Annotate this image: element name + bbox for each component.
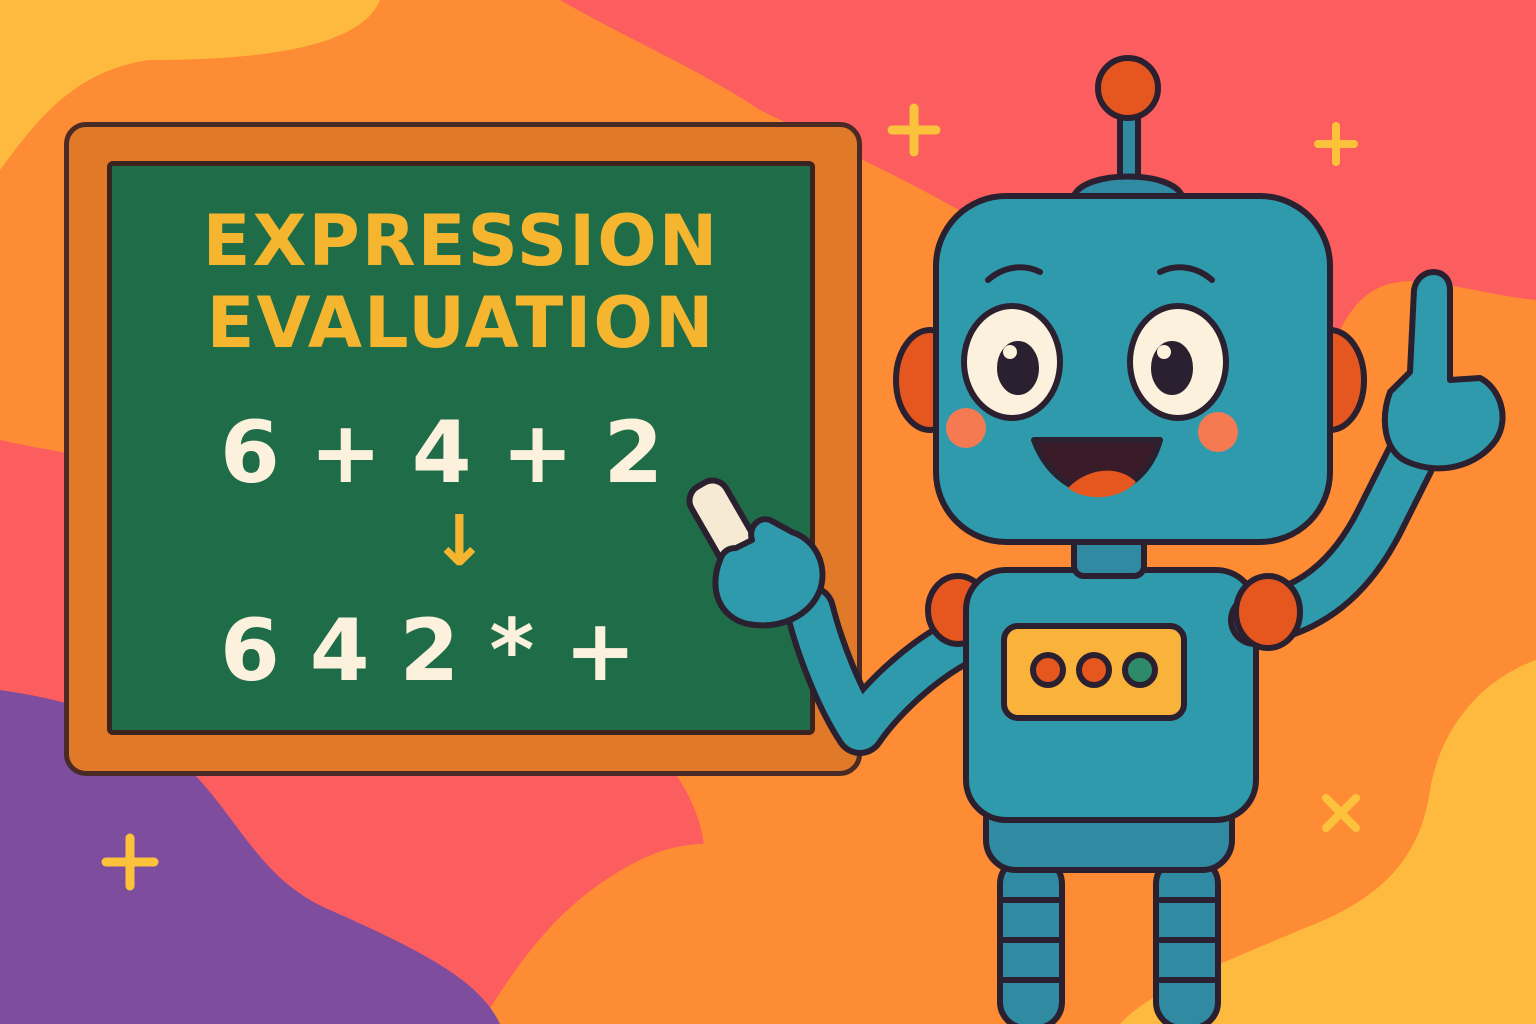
chest-light-icon (1122, 652, 1158, 688)
robot-cheek-right (1198, 412, 1238, 452)
robot-legs (997, 855, 1221, 1024)
robot-eye-glint-right (1157, 345, 1171, 359)
robot-left-arm (784, 573, 1011, 756)
robot-eye-glint-left (1003, 345, 1017, 359)
robot-antenna-ball (1095, 55, 1161, 121)
chest-light-icon (1030, 652, 1066, 688)
illustration-scene: EXPRESSION EVALUATION 6 + 4 + 2 ↓ 6 4 2 … (0, 0, 1536, 1024)
robot-raised-hand (1381, 269, 1506, 472)
robot-illustration (686, 55, 1506, 1024)
chest-light-icon (1076, 652, 1112, 688)
robot-cheek-left (946, 408, 986, 448)
robot-chalk-hand (686, 477, 826, 629)
